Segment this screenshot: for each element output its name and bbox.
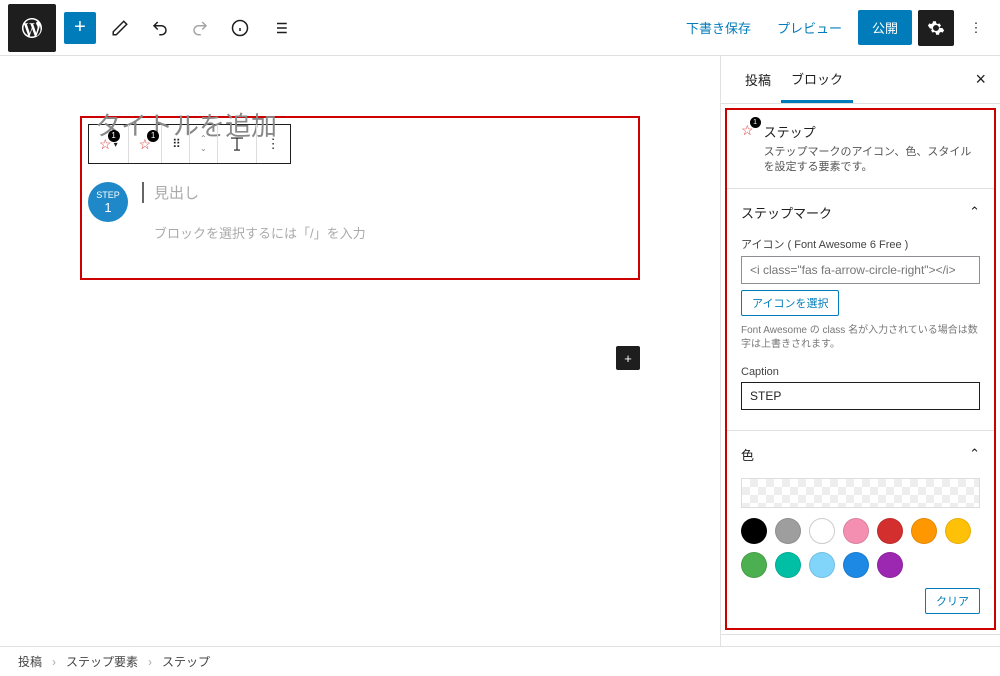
step-body-placeholder[interactable]: ブロックを選択するには「/」を入力 [142, 223, 632, 242]
block-more-button[interactable]: ⋮ [257, 125, 290, 163]
block-name-label: ステップ [764, 122, 980, 141]
outline-button[interactable] [264, 12, 296, 44]
breadcrumb-item[interactable]: ステップ要素 [66, 653, 138, 670]
breadcrumb-item[interactable]: ステップ [162, 653, 210, 670]
icon-class-input[interactable] [741, 256, 980, 284]
color-swatch[interactable] [911, 518, 937, 544]
panel-style-header[interactable]: スタイル ⌃ [721, 635, 1000, 646]
icon-field-label: アイコン ( Font Awesome 6 Free ) [741, 236, 980, 252]
caption-input[interactable] [741, 382, 980, 410]
settings-button[interactable] [918, 10, 954, 46]
chevron-up-icon: ⌃ [969, 204, 980, 220]
editor-canvas: タイトルを追加 ☆▾ ☆ ⠿ ⌃⌄ ⋮ STEP 1 見出し ブロックを選択する… [0, 56, 720, 646]
block-appender-button[interactable]: + [616, 346, 640, 370]
step-block[interactable]: STEP 1 見出し ブロックを選択するには「/」を入力 [88, 174, 632, 272]
save-draft-button[interactable]: 下書き保存 [676, 12, 761, 43]
tab-post[interactable]: 投稿 [735, 56, 781, 103]
step-badge-number: 1 [104, 200, 111, 215]
breadcrumb-separator-icon: › [148, 655, 152, 669]
breadcrumb-item[interactable]: 投稿 [18, 653, 42, 670]
block-description-text: ステップマークのアイコン、色、スタイルを設定する要素です。 [764, 145, 980, 176]
clear-color-button[interactable]: クリア [925, 588, 980, 614]
color-swatch[interactable] [809, 552, 835, 578]
selected-block-outline: ☆▾ ☆ ⠿ ⌃⌄ ⋮ STEP 1 見出し ブロックを選択するには「/」を入力 [80, 116, 640, 280]
settings-sidebar: 投稿 ブロック × ☆ ステップ ステップマークのアイコン、色、スタイルを設定す… [720, 56, 1000, 646]
editor-topbar: + 下書き保存 プレビュー 公開 ⋮ [0, 0, 1000, 56]
step-badge-label: STEP [96, 190, 120, 200]
icon-help-text: Font Awesome の class 名が入力されている場合は数字は上書きさ… [741, 324, 980, 352]
color-preview-transparent[interactable] [741, 478, 980, 508]
add-block-button[interactable]: + [64, 12, 96, 44]
redo-button[interactable] [184, 12, 216, 44]
block-description: ☆ ステップ ステップマークのアイコン、色、スタイルを設定する要素です。 [727, 110, 994, 188]
more-menu-button[interactable]: ⋮ [960, 12, 992, 44]
edit-mode-button[interactable] [104, 12, 136, 44]
color-swatch[interactable] [877, 518, 903, 544]
drag-handle[interactable]: ⠿ [162, 125, 190, 163]
step-heading-placeholder[interactable]: 見出し [142, 182, 632, 203]
block-type-button[interactable]: ☆▾ [89, 125, 129, 163]
select-icon-button[interactable]: アイコンを選択 [741, 290, 839, 316]
publish-button[interactable]: 公開 [858, 10, 912, 45]
color-swatch[interactable] [809, 518, 835, 544]
breadcrumb-separator-icon: › [52, 655, 56, 669]
color-swatch-row [741, 518, 980, 578]
color-swatch[interactable] [775, 552, 801, 578]
align-button[interactable] [218, 125, 257, 163]
move-updown[interactable]: ⌃⌄ [190, 125, 218, 163]
color-swatch[interactable] [843, 552, 869, 578]
color-swatch[interactable] [775, 518, 801, 544]
undo-button[interactable] [144, 12, 176, 44]
color-swatch[interactable] [741, 552, 767, 578]
step-block-icon: ☆ [741, 122, 754, 176]
sidebar-highlighted-region: ☆ ステップ ステップマークのアイコン、色、スタイルを設定する要素です。 ステッ… [725, 108, 996, 630]
color-swatch[interactable] [741, 518, 767, 544]
info-button[interactable] [224, 12, 256, 44]
block-breadcrumb: 投稿 › ステップ要素 › ステップ [0, 646, 1000, 676]
close-sidebar-button[interactable]: × [975, 69, 986, 90]
color-swatch[interactable] [877, 552, 903, 578]
step-badge: STEP 1 [88, 182, 128, 222]
panel-stepmark-header[interactable]: ステップマーク ⌃ [727, 189, 994, 236]
chevron-up-icon: ⌃ [969, 446, 980, 462]
panel-color-header[interactable]: 色 ⌃ [727, 431, 994, 478]
color-swatch[interactable] [945, 518, 971, 544]
block-variant-button[interactable]: ☆ [129, 125, 163, 163]
block-toolbar: ☆▾ ☆ ⠿ ⌃⌄ ⋮ [88, 124, 291, 164]
tab-block[interactable]: ブロック [781, 56, 853, 103]
caption-field-label: Caption [741, 366, 980, 378]
wp-logo[interactable] [8, 4, 56, 52]
preview-button[interactable]: プレビュー [767, 12, 852, 43]
color-swatch[interactable] [843, 518, 869, 544]
